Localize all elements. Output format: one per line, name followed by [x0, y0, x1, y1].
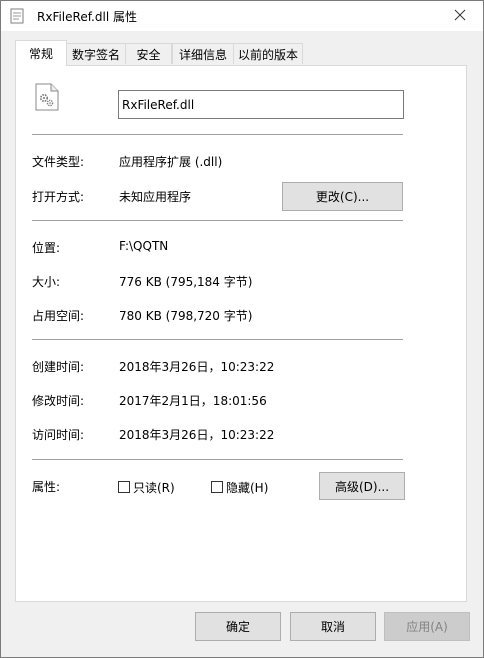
hidden-checkbox-box[interactable]: [211, 481, 223, 493]
tab-security[interactable]: 安全: [125, 43, 172, 64]
attributes-label: 属性:: [32, 480, 61, 494]
file-type-value: 应用程序扩展 (.dll): [119, 155, 223, 169]
opens-with-value: 未知应用程序: [119, 190, 192, 204]
size-value: 776 KB (795,184 字节): [119, 275, 253, 289]
hidden-checkbox[interactable]: 隐藏(H): [211, 479, 268, 495]
separator: [32, 220, 403, 221]
accessed-label: 访问时间:: [32, 428, 85, 442]
size-on-disk-value: 780 KB (798,720 字节): [119, 309, 253, 323]
created-value: 2018年3月26日，10:23:22: [119, 360, 275, 374]
separator: [32, 459, 403, 460]
opens-with-label: 打开方式:: [32, 190, 85, 204]
separator: [32, 134, 403, 135]
file-name-input[interactable]: [118, 90, 404, 119]
change-button[interactable]: 更改(C)...: [282, 182, 403, 211]
location-value: F:\QQTN: [119, 239, 169, 253]
cancel-button[interactable]: 取消: [290, 612, 376, 641]
modified-label: 修改时间:: [32, 394, 85, 408]
readonly-label: 只读(R): [133, 480, 175, 495]
size-label: 大小:: [32, 275, 61, 289]
accessed-value: 2018年3月26日，10:23:22: [119, 428, 275, 442]
tab-previous-versions[interactable]: 以前的版本: [233, 43, 303, 64]
modified-value: 2017年2月1日，18:01:56: [119, 394, 267, 408]
readonly-checkbox-box[interactable]: [118, 481, 130, 493]
readonly-checkbox[interactable]: 只读(R): [118, 479, 175, 495]
created-label: 创建时间:: [32, 360, 85, 374]
title-bar: RxFileRef.dll 属性: [1, 1, 483, 31]
file-properties-icon: [9, 8, 25, 27]
tab-details[interactable]: 详细信息: [172, 43, 234, 64]
close-icon: [454, 9, 466, 24]
apply-button[interactable]: 应用(A): [384, 612, 470, 641]
ok-button[interactable]: 确定: [195, 612, 281, 641]
tab-general[interactable]: 常规: [15, 40, 67, 66]
hidden-label: 隐藏(H): [226, 480, 269, 495]
properties-dialog: RxFileRef.dll 属性 常规 数字签名 安全 详细信息 以前的版本 文…: [0, 0, 484, 658]
advanced-button[interactable]: 高级(D)...: [319, 472, 405, 500]
close-button[interactable]: [437, 1, 483, 31]
tab-digital-signatures[interactable]: 数字签名: [66, 43, 126, 64]
location-label: 位置:: [32, 241, 61, 255]
window-title: RxFileRef.dll 属性: [37, 10, 137, 24]
file-type-label: 文件类型:: [32, 155, 85, 169]
separator: [32, 339, 403, 340]
size-on-disk-label: 占用空间:: [32, 309, 85, 323]
general-tab-panel: [15, 65, 467, 602]
dll-gear-file-icon: [35, 83, 59, 114]
